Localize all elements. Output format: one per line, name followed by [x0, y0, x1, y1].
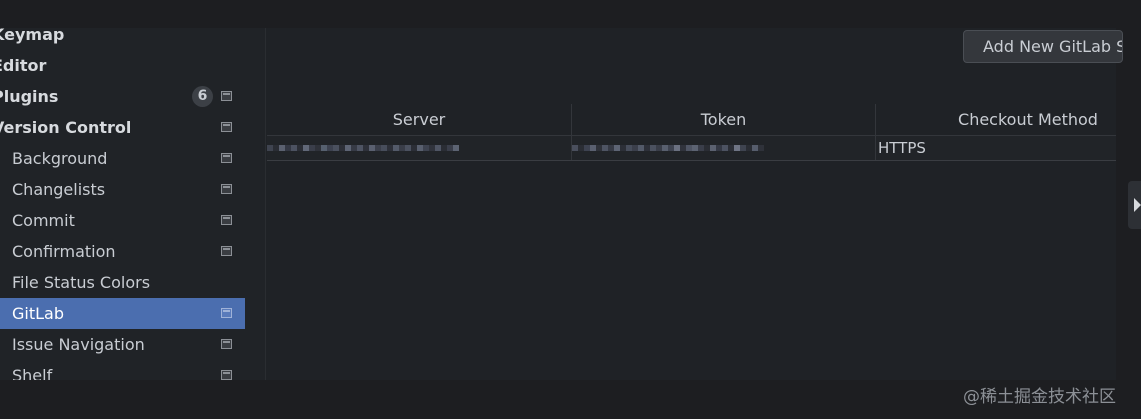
project-settings-icon: [221, 215, 232, 225]
sidebar-item-gitlab[interactable]: GitLab: [0, 298, 245, 329]
sidebar-item-label: File Status Colors: [12, 273, 151, 292]
column-header-checkout-method[interactable]: Checkout Method: [876, 104, 1141, 135]
sidebar-item-label: Issue Navigation: [12, 335, 145, 354]
checkout-method-cell: HTTPS: [878, 139, 926, 157]
plugins-update-badge: 6: [192, 86, 213, 107]
token-cell: [572, 136, 875, 160]
sidebar-item-file-status-colors[interactable]: File Status Colors: [0, 267, 245, 298]
column-header-token[interactable]: Token: [572, 104, 875, 135]
project-settings-icon: [221, 308, 232, 318]
redacted-token: [572, 136, 875, 160]
add-gitlab-server-button[interactable]: Add New GitLab S: [963, 30, 1123, 63]
screenshot-root: Keymap Editor Plugins 6 Version Control …: [0, 0, 1141, 419]
column-divider: [875, 136, 876, 160]
column-header-server[interactable]: Server: [267, 104, 571, 135]
project-settings-icon: [221, 153, 232, 163]
sidebar-item-label: Commit: [12, 211, 75, 230]
sidebar-item-label: Background: [12, 149, 108, 168]
server-cell: [267, 136, 571, 160]
sidebar-item-issue-navigation[interactable]: Issue Navigation: [0, 329, 245, 360]
project-settings-icon: [221, 339, 232, 349]
sidebar-item-label: GitLab: [12, 304, 64, 323]
table-header: Server Token Checkout Method: [267, 104, 1116, 135]
sidebar-item-label: Confirmation: [12, 242, 116, 261]
gitlab-servers-table: Server Token Checkout Method HTTPS: [267, 104, 1116, 161]
sidebar-item-commit[interactable]: Commit: [0, 205, 245, 236]
redacted-server-url: [267, 136, 571, 160]
sidebar-item-shelf[interactable]: Shelf: [0, 360, 245, 380]
project-settings-icon: [221, 184, 232, 194]
gitlab-settings-panel: Add New GitLab S Server Token Checkout M…: [267, 28, 1123, 380]
sidebar-item-label: Editor: [0, 56, 47, 75]
table-row[interactable]: HTTPS: [267, 135, 1116, 161]
project-settings-icon: [221, 91, 232, 101]
sidebar-item-keymap[interactable]: Keymap: [0, 28, 245, 50]
watermark: @稀土掘金技术社区: [963, 387, 1116, 407]
sidebar-item-editor[interactable]: Editor: [0, 50, 245, 81]
sidebar-item-confirmation[interactable]: Confirmation: [0, 236, 245, 267]
project-settings-icon: [221, 370, 232, 380]
settings-window: Keymap Editor Plugins 6 Version Control …: [0, 28, 1123, 380]
sidebar-item-plugins[interactable]: Plugins 6: [0, 81, 245, 112]
sidebar-item-label: Version Control: [0, 118, 132, 137]
sidebar-item-version-control[interactable]: Version Control: [0, 112, 245, 143]
sidebar-item-label: Shelf: [12, 366, 53, 380]
project-settings-icon: [221, 246, 232, 256]
sidebar-item-changelists[interactable]: Changelists: [0, 174, 245, 205]
chevron-right-icon[interactable]: [1128, 181, 1141, 229]
sidebar-item-label: Changelists: [12, 180, 106, 199]
settings-sidebar: Keymap Editor Plugins 6 Version Control …: [0, 28, 266, 380]
sidebar-item-background[interactable]: Background: [0, 143, 245, 174]
sidebar-item-label: Keymap: [0, 28, 65, 44]
project-settings-icon: [221, 122, 232, 132]
